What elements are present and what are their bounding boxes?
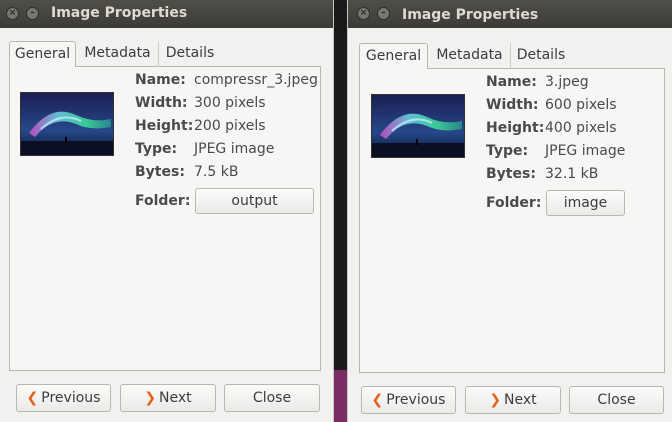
width-label: Width:	[486, 97, 539, 113]
width-label: Width:	[135, 95, 188, 111]
width-value: 300 pixels	[194, 95, 266, 111]
tab-general[interactable]: General	[359, 43, 428, 69]
tab-details[interactable]: Details	[512, 43, 570, 69]
general-panel: Name: compressr_3.jpeg Width: 300 pixels…	[9, 66, 321, 371]
next-label: Next	[504, 392, 537, 408]
height-value: 400 pixels	[545, 120, 617, 136]
width-value: 600 pixels	[545, 97, 617, 113]
folder-label: Folder:	[135, 193, 191, 209]
type-value: JPEG image	[194, 141, 275, 157]
window-title: Image Properties	[402, 7, 539, 23]
tab-general[interactable]: General	[9, 41, 76, 67]
image-properties-window-2: × – Image Properties Name: 3.jpeg Width:…	[347, 0, 672, 422]
height-label: Height:	[135, 118, 194, 134]
next-label: Next	[159, 390, 192, 406]
type-label: Type:	[135, 141, 178, 157]
next-button[interactable]: ❯ Next	[465, 386, 561, 414]
chevron-left-icon: ❮	[371, 392, 384, 408]
folder-button[interactable]: image	[546, 190, 625, 216]
name-value: 3.jpeg	[545, 74, 589, 90]
close-icon[interactable]: ×	[6, 7, 19, 20]
bytes-label: Bytes:	[486, 166, 536, 182]
image-thumbnail	[371, 94, 465, 158]
folder-button[interactable]: output	[195, 188, 314, 214]
titlebar: × – Image Properties	[348, 0, 672, 28]
tab-details[interactable]: Details	[160, 41, 220, 67]
bytes-label: Bytes:	[135, 164, 185, 180]
close-button[interactable]: Close	[569, 386, 664, 414]
bytes-value: 32.1 kB	[545, 166, 599, 182]
height-label: Height:	[486, 120, 545, 136]
tab-metadata[interactable]: Metadata	[77, 41, 159, 67]
close-button[interactable]: Close	[224, 384, 320, 412]
chevron-right-icon: ❯	[144, 390, 157, 406]
tab-bar: General Metadata Details	[359, 43, 665, 69]
general-panel: Name: 3.jpeg Width: 600 pixels Height: 4…	[359, 68, 665, 373]
chevron-left-icon: ❮	[26, 390, 39, 406]
type-value: JPEG image	[545, 143, 626, 159]
titlebar: × – Image Properties	[0, 0, 333, 28]
previous-label: Previous	[41, 390, 101, 406]
bytes-value: 7.5 kB	[194, 164, 239, 180]
chevron-right-icon: ❯	[489, 392, 502, 408]
tab-bar: General Metadata Details	[9, 41, 321, 67]
name-label: Name:	[135, 72, 186, 88]
minimize-icon[interactable]: –	[26, 7, 39, 20]
minimize-icon[interactable]: –	[377, 7, 390, 20]
next-button[interactable]: ❯ Next	[120, 384, 216, 412]
name-label: Name:	[486, 74, 537, 90]
tab-metadata[interactable]: Metadata	[429, 43, 511, 69]
name-value: compressr_3.jpeg	[194, 72, 318, 88]
height-value: 200 pixels	[194, 118, 266, 134]
folder-label: Folder:	[486, 195, 542, 211]
image-properties-window-1: × – Image Properties Name: compressr_3.j…	[0, 0, 334, 422]
previous-label: Previous	[386, 392, 446, 408]
type-label: Type:	[486, 143, 529, 159]
window-title: Image Properties	[51, 5, 188, 21]
image-thumbnail	[20, 92, 114, 156]
close-icon[interactable]: ×	[357, 7, 370, 20]
previous-button[interactable]: ❮ Previous	[16, 384, 111, 412]
previous-button[interactable]: ❮ Previous	[361, 386, 456, 414]
